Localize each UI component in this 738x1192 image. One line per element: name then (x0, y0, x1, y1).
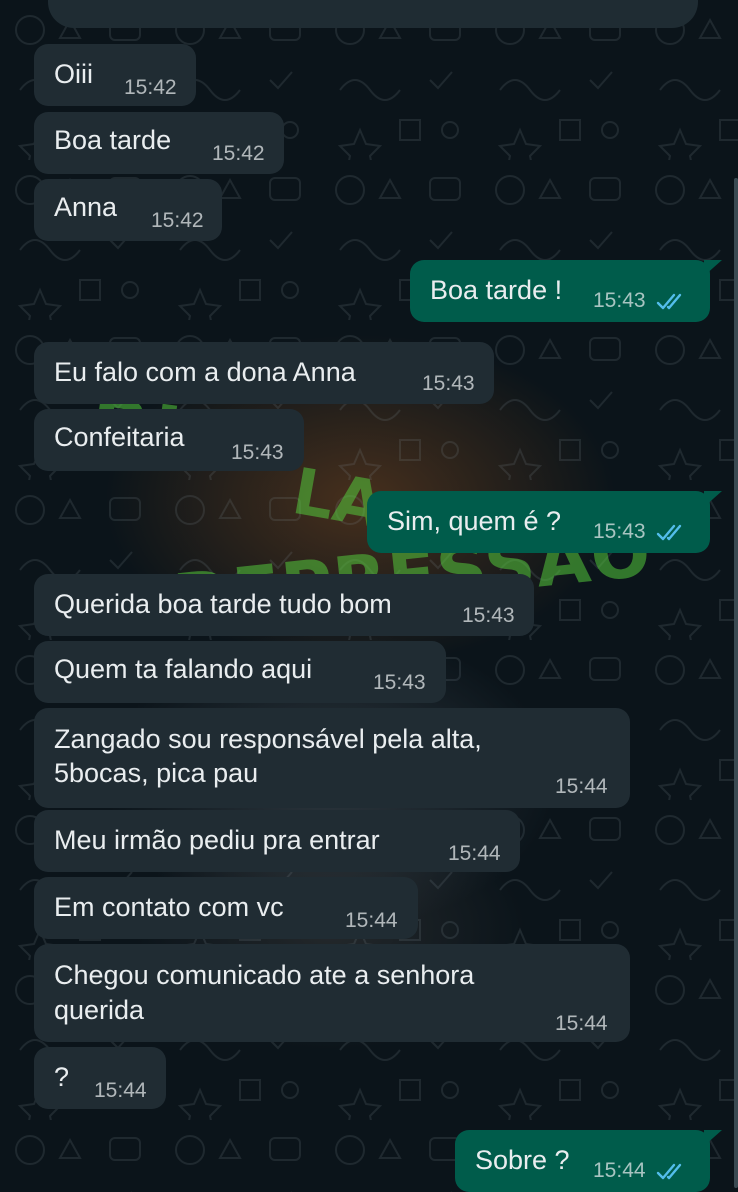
message-incoming[interactable]: Zangado sou responsável pela alta, 5boca… (34, 708, 630, 808)
message-text: Boa tarde (54, 125, 172, 155)
message-incoming[interactable]: Eu falo com a dona Anna 15:43 (34, 342, 494, 404)
read-receipt-icon (656, 1163, 682, 1180)
read-receipt-icon (656, 524, 682, 541)
message-text: Oiii (54, 59, 93, 89)
message-text: ? (54, 1062, 70, 1092)
message-text-line1: Zangado sou responsável pela alta, (54, 724, 482, 754)
message-time: 15:43 (462, 604, 515, 627)
message-text: Sim, quem é ? (387, 506, 562, 536)
message-time: 15:44 (94, 1079, 147, 1102)
message-incoming[interactable]: Em contato com vc 15:44 (34, 877, 418, 939)
message-time: 15:42 (124, 76, 177, 99)
message-text: Sobre ? (475, 1145, 570, 1175)
message-incoming[interactable]: Meu irmão pediu pra entrar 15:44 (34, 810, 520, 872)
bubble-tail (704, 260, 722, 276)
message-text: Em contato com vc (54, 892, 284, 922)
message-time: 15:42 (151, 209, 204, 232)
message-text: Querida boa tarde tudo bom (54, 589, 392, 619)
message-text: Quem ta falando aqui (54, 654, 313, 684)
message-text-line2: querida (54, 995, 145, 1025)
message-incoming[interactable]: ? 15:44 (34, 1047, 166, 1109)
message-text: Anna (54, 192, 118, 222)
message-time: 15:42 (212, 142, 265, 165)
previous-bubble-edge (48, 0, 698, 28)
message-incoming[interactable]: Oiii 15:42 (34, 44, 196, 106)
message-text: Confeitaria (54, 422, 185, 452)
message-time: 15:43 (231, 441, 284, 464)
message-text-line2: 5bocas, pica pau (54, 758, 259, 788)
message-outgoing[interactable]: Boa tarde ! 15:43 (410, 260, 710, 322)
bubble-tail (704, 491, 722, 507)
message-text: Eu falo com a dona Anna (54, 357, 356, 387)
message-time: 15:44 (555, 775, 608, 798)
message-time: 15:44 (345, 909, 398, 932)
message-time: 15:43 (593, 520, 646, 543)
message-incoming[interactable]: Querida boa tarde tudo bom 15:43 (34, 574, 534, 636)
message-outgoing[interactable]: Sim, quem é ? 15:43 (367, 491, 710, 553)
message-incoming[interactable]: Chegou comunicado ate a senhora querida … (34, 944, 630, 1042)
message-time: 15:43 (422, 372, 475, 395)
chat-scrollbar[interactable] (734, 178, 738, 1188)
message-text-line1: Chegou comunicado ate a senhora (54, 960, 475, 990)
read-receipt-icon (656, 293, 682, 310)
message-incoming[interactable]: Boa tarde 15:42 (34, 112, 284, 174)
message-incoming[interactable]: Quem ta falando aqui 15:43 (34, 641, 446, 703)
message-time: 15:43 (373, 671, 426, 694)
message-text: Boa tarde ! (430, 275, 563, 305)
message-time: 15:44 (593, 1159, 646, 1182)
message-time: 15:44 (555, 1012, 608, 1035)
message-incoming[interactable]: Anna 15:42 (34, 179, 222, 241)
bubble-tail (704, 1130, 722, 1146)
message-time: 15:43 (593, 289, 646, 312)
message-outgoing[interactable]: Sobre ? 15:44 (455, 1130, 710, 1192)
message-text: Meu irmão pediu pra entrar (54, 825, 380, 855)
message-time: 15:44 (448, 842, 501, 865)
message-incoming[interactable]: Confeitaria 15:43 (34, 409, 304, 471)
